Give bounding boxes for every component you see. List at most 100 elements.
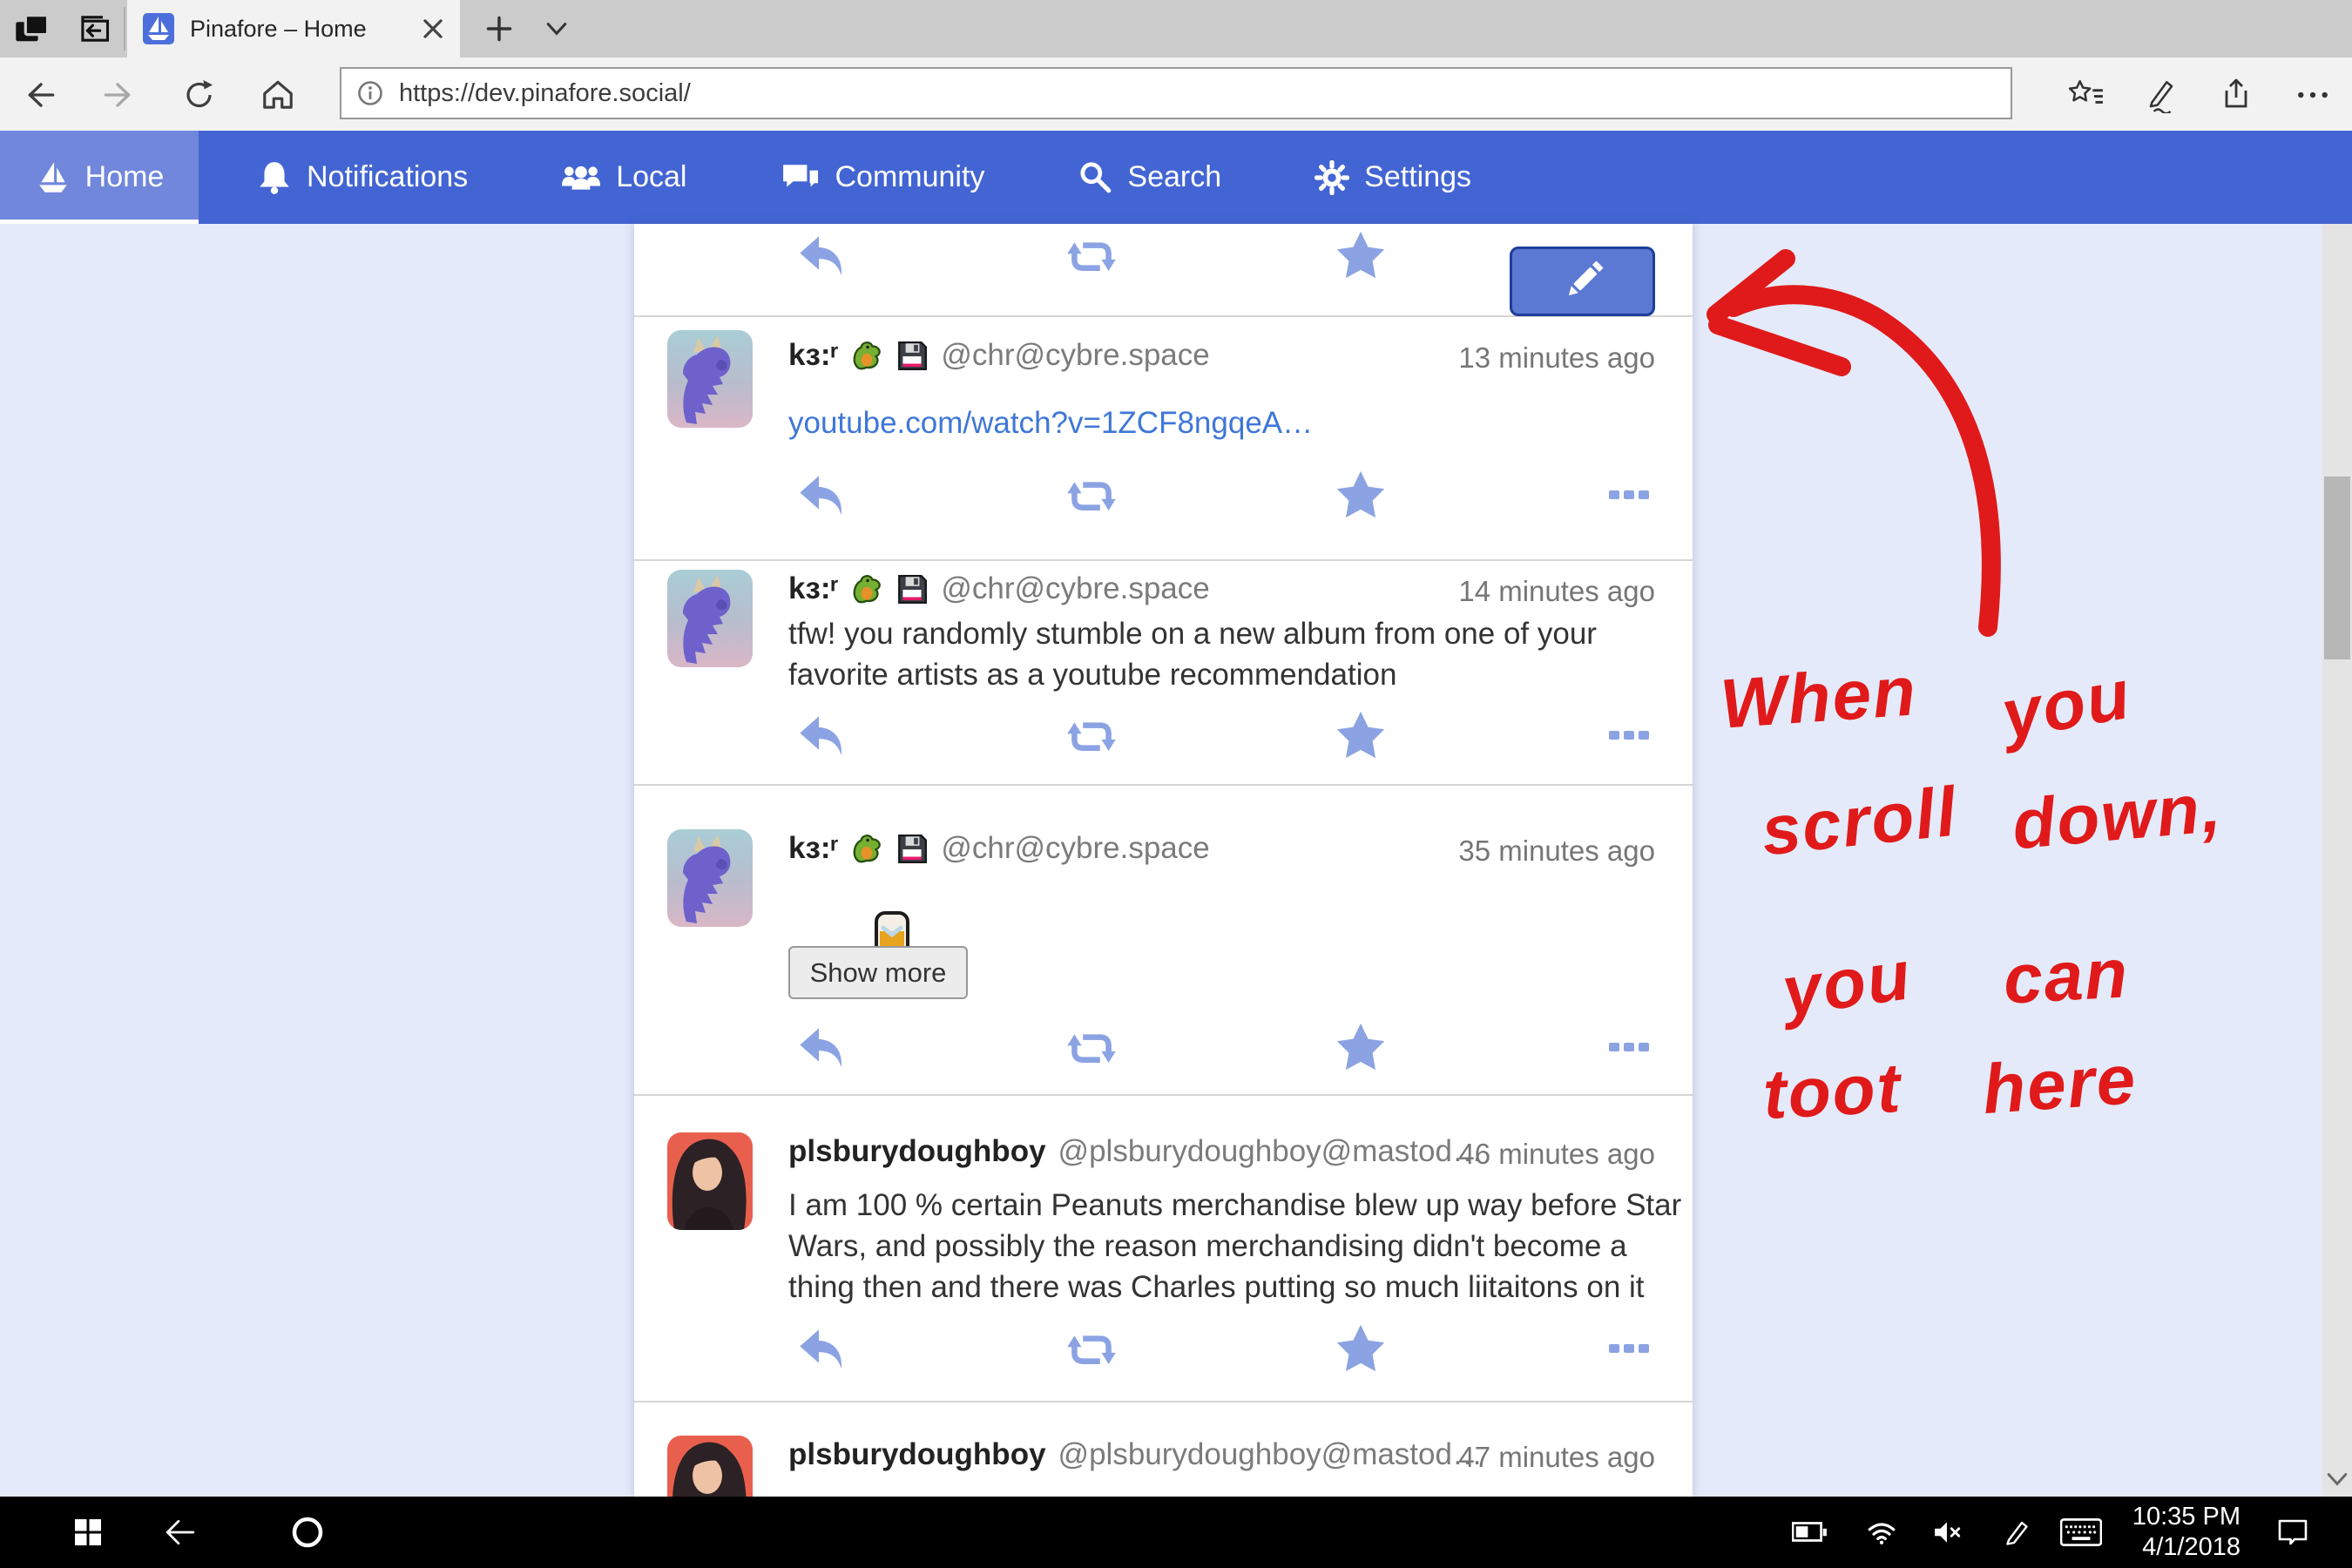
- compose-toot-button[interactable]: [1510, 247, 1655, 316]
- url-text: https://dev.pinafore.social/: [399, 79, 691, 108]
- new-tab-button[interactable]: [476, 0, 523, 57]
- boost-button[interactable]: [1064, 1023, 1119, 1071]
- action-center-button[interactable]: [2265, 1497, 2321, 1568]
- boost-button[interactable]: [1064, 1324, 1119, 1373]
- reply-button[interactable]: [796, 1023, 850, 1071]
- timestamp[interactable]: 46 minutes ago: [1458, 1138, 1655, 1171]
- volume-status[interactable]: [1923, 1497, 1972, 1568]
- close-tab-icon[interactable]: [422, 17, 444, 40]
- back-button[interactable]: [21, 75, 61, 115]
- boost-button[interactable]: [1064, 231, 1119, 280]
- toot-header: kз:ʳ @chr@cybre.space: [788, 571, 1484, 606]
- more-options-button[interactable]: [1602, 1023, 1656, 1071]
- nav-item-search[interactable]: Search: [1045, 131, 1253, 224]
- nav-item-community[interactable]: Community: [747, 131, 1016, 224]
- touch-keyboard-button[interactable]: [2052, 1497, 2110, 1568]
- avatar[interactable]: [667, 570, 753, 667]
- forward-arrow-icon: [99, 77, 136, 113]
- scrollbar-thumb[interactable]: [2324, 476, 2350, 659]
- avatar[interactable]: [667, 1436, 753, 1497]
- reply-button[interactable]: [796, 711, 850, 760]
- nav-label: Settings: [1364, 160, 1471, 194]
- tab-preview-toggle[interactable]: [533, 0, 580, 57]
- favorite-button[interactable]: [1334, 1324, 1388, 1373]
- toot[interactable]: kз:ʳ @chr@cybre.space 35 minutes ago Sho…: [634, 784, 1693, 1094]
- timestamp[interactable]: 47 minutes ago: [1458, 1441, 1655, 1474]
- network-status[interactable]: [1857, 1497, 1906, 1568]
- clock-date: 4/1/2018: [2142, 1532, 2240, 1563]
- pen-settings[interactable]: [1993, 1497, 2042, 1568]
- page-scrollbar[interactable]: [2322, 224, 2352, 1497]
- nav-label: Home: [85, 160, 165, 194]
- taskbar-clock[interactable]: 10:35 PM 4/1/2018: [2119, 1497, 2240, 1568]
- timestamp[interactable]: 35 minutes ago: [1458, 835, 1655, 868]
- display-name: plsburydoughboy: [788, 1437, 1046, 1472]
- clock-time: 10:35 PM: [2132, 1502, 2240, 1532]
- avatar[interactable]: [667, 330, 753, 428]
- forward-button[interactable]: [98, 75, 138, 115]
- nav-label: Search: [1127, 160, 1221, 194]
- toot[interactable]: kз:ʳ @chr@cybre.space 14 minutes ago tfw…: [634, 559, 1693, 784]
- boost-button[interactable]: [1064, 470, 1119, 519]
- show-set-aside-tabs-button[interactable]: [64, 0, 122, 57]
- toot[interactable]: plsburydoughboy @plsburydoughboy@mastodo…: [634, 1094, 1693, 1401]
- reply-button[interactable]: [796, 231, 850, 280]
- toot[interactable]: kз:ʳ @chr@cybre.space 13 minutes ago you…: [634, 315, 1693, 559]
- web-note-button[interactable]: [2141, 75, 2181, 115]
- favorite-button[interactable]: [1334, 231, 1388, 280]
- site-info-icon[interactable]: [355, 78, 385, 108]
- refresh-icon: [182, 78, 217, 112]
- nav-label: Notifications: [307, 160, 468, 194]
- start-button[interactable]: [57, 1497, 118, 1568]
- show-more-button[interactable]: Show more: [788, 946, 968, 999]
- account-handle: @plsburydoughboy@mastodon.s…: [1058, 1134, 1484, 1169]
- browser-more-button[interactable]: [2293, 75, 2333, 115]
- more-options-button[interactable]: [1602, 711, 1656, 760]
- favorite-button[interactable]: [1334, 470, 1388, 519]
- reply-icon: [797, 232, 849, 279]
- cortana-button[interactable]: [277, 1497, 338, 1568]
- battery-status[interactable]: [1784, 1497, 1836, 1568]
- reply-button[interactable]: [796, 470, 850, 519]
- set-aside-tabs-button[interactable]: [5, 0, 59, 57]
- timestamp[interactable]: 14 minutes ago: [1458, 575, 1655, 608]
- nav-label: Community: [835, 160, 984, 194]
- home-button[interactable]: [258, 75, 298, 115]
- avatar[interactable]: [667, 1132, 753, 1230]
- taskbar-back-button[interactable]: [150, 1497, 211, 1568]
- account-handle: @chr@cybre.space: [941, 571, 1209, 606]
- display-name: plsburydoughboy: [788, 1134, 1046, 1169]
- favorites-hub-button[interactable]: [2066, 75, 2106, 115]
- set-aside-tabs-icon: [13, 11, 51, 46]
- share-button[interactable]: [2216, 75, 2256, 115]
- avatar[interactable]: [667, 829, 753, 927]
- reply-icon: [797, 1325, 849, 1372]
- toot-header: kз:ʳ @chr@cybre.space: [788, 338, 1484, 373]
- toot-header: kз:ʳ @chr@cybre.space: [788, 831, 1484, 866]
- boost-button[interactable]: [1064, 711, 1119, 760]
- favorite-button[interactable]: [1334, 1023, 1388, 1071]
- more-options-button[interactable]: [1602, 470, 1656, 519]
- nav-item-settings[interactable]: Settings: [1282, 131, 1503, 224]
- refresh-button[interactable]: [179, 75, 220, 115]
- dragon-avatar: [667, 829, 753, 927]
- chevron-down-icon: [545, 21, 568, 37]
- more-options-button[interactable]: [1602, 1324, 1656, 1373]
- nav-item-local[interactable]: Local: [529, 131, 718, 224]
- annotation-word: down,: [2009, 767, 2225, 866]
- timestamp[interactable]: 13 minutes ago: [1458, 341, 1655, 375]
- reply-button[interactable]: [796, 1324, 850, 1373]
- nav-item-notifications[interactable]: Notifications: [225, 131, 499, 224]
- toot-link[interactable]: youtube.com/watch?v=1ZCF8ngqeA…: [788, 402, 1313, 443]
- favorite-button[interactable]: [1334, 711, 1388, 760]
- boost-icon: [1064, 231, 1119, 280]
- toot[interactable]: plsburydoughboy @plsburydoughboy@mastodo…: [634, 1401, 1693, 1497]
- url-bar[interactable]: https://dev.pinafore.social/: [340, 67, 2012, 119]
- nav-item-home[interactable]: Home: [0, 131, 199, 224]
- star-icon: [1335, 230, 1386, 280]
- browser-tab[interactable]: Pinafore – Home: [127, 0, 460, 57]
- scroll-down-button[interactable]: [2326, 1471, 2349, 1491]
- toot-text: I am 100 % certain Peanuts merchandise b…: [788, 1185, 1681, 1308]
- photo-avatar: [667, 1132, 753, 1230]
- dragon-avatar: [667, 570, 753, 667]
